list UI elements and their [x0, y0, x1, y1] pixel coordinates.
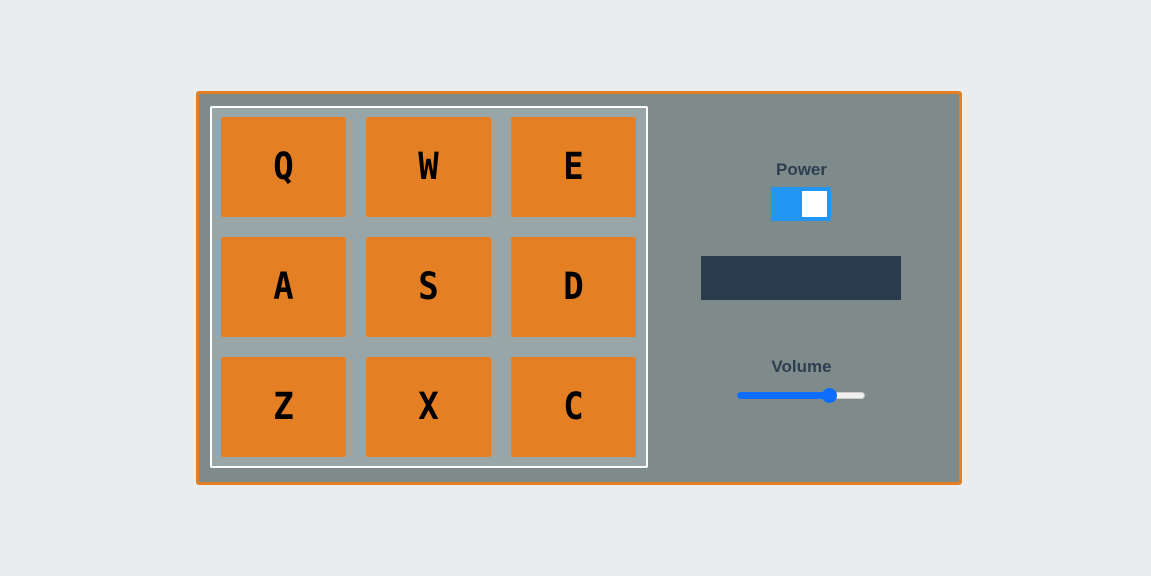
power-toggle[interactable]	[771, 187, 831, 221]
drum-pad-w[interactable]: W	[366, 117, 491, 217]
pad-key-label: A	[273, 265, 294, 309]
volume-slider-thumb[interactable]	[822, 388, 837, 403]
drum-pad-z[interactable]: Z	[221, 357, 346, 457]
drum-machine: Q W E A S D Z X C Power Volume	[196, 91, 962, 485]
volume-slider[interactable]	[737, 387, 865, 403]
pad-key-label: E	[563, 145, 584, 189]
drum-pad-c[interactable]: C	[511, 357, 636, 457]
volume-slider-fill	[737, 392, 829, 399]
drum-pad-a[interactable]: A	[221, 237, 346, 337]
drum-pad-x[interactable]: X	[366, 357, 491, 457]
volume-label: Volume	[771, 357, 832, 376]
sound-display	[701, 256, 901, 300]
power-label: Power	[775, 160, 828, 179]
pad-key-label: C	[563, 385, 584, 429]
drum-pad-s[interactable]: S	[366, 237, 491, 337]
drum-pad-e[interactable]: E	[511, 117, 636, 217]
pad-bank: Q W E A S D Z X C	[210, 106, 648, 468]
pad-key-label: W	[418, 145, 439, 189]
pad-key-label: S	[418, 265, 439, 309]
pad-key-label: D	[563, 265, 584, 309]
controls-panel: Power Volume	[654, 106, 949, 466]
drum-pad-q[interactable]: Q	[221, 117, 346, 217]
pad-key-label: X	[418, 385, 439, 429]
power-toggle-knob	[802, 191, 827, 217]
pad-key-label: Z	[273, 385, 294, 429]
drum-pad-d[interactable]: D	[511, 237, 636, 337]
pad-key-label: Q	[273, 145, 294, 189]
